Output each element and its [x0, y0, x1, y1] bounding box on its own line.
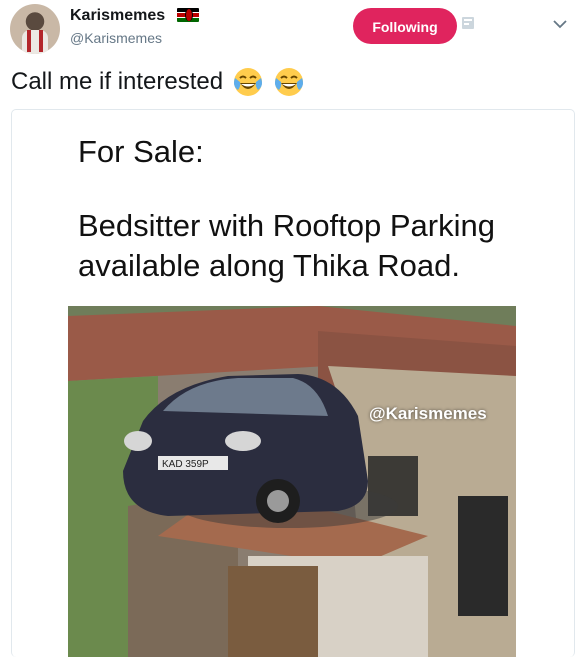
avatar[interactable] [10, 4, 60, 54]
account-name[interactable]: Karismemes [70, 7, 165, 25]
tweet-body: Call me if interested [11, 68, 224, 95]
tears-of-joy-emoji-icon [234, 68, 263, 96]
meme-heading: For Sale: [78, 134, 204, 169]
translate-icon[interactable] [461, 16, 475, 30]
tweet-media[interactable]: For Sale: Bedsitter with Rooftop Parking… [11, 109, 575, 657]
tweet-header: Karismemes @Karismemes Following [0, 0, 584, 62]
meme-caption: For Sale: Bedsitter with Rooftop Parking… [78, 132, 548, 286]
account-handle[interactable]: @Karismemes [70, 30, 162, 46]
meme-description: Bedsitter with Rooftop Parking available… [78, 208, 495, 283]
following-button[interactable]: Following [353, 8, 457, 44]
meme-photo: KAD 359P @Karismemes [68, 306, 516, 657]
meme-watermark: @Karismemes [369, 404, 487, 423]
license-plate: KAD 359P [162, 459, 209, 470]
chevron-down-icon[interactable] [552, 18, 568, 30]
tears-of-joy-emoji-icon [275, 68, 304, 96]
tweet-text: Call me if interested [11, 66, 305, 98]
kenya-flag-icon [177, 8, 199, 22]
